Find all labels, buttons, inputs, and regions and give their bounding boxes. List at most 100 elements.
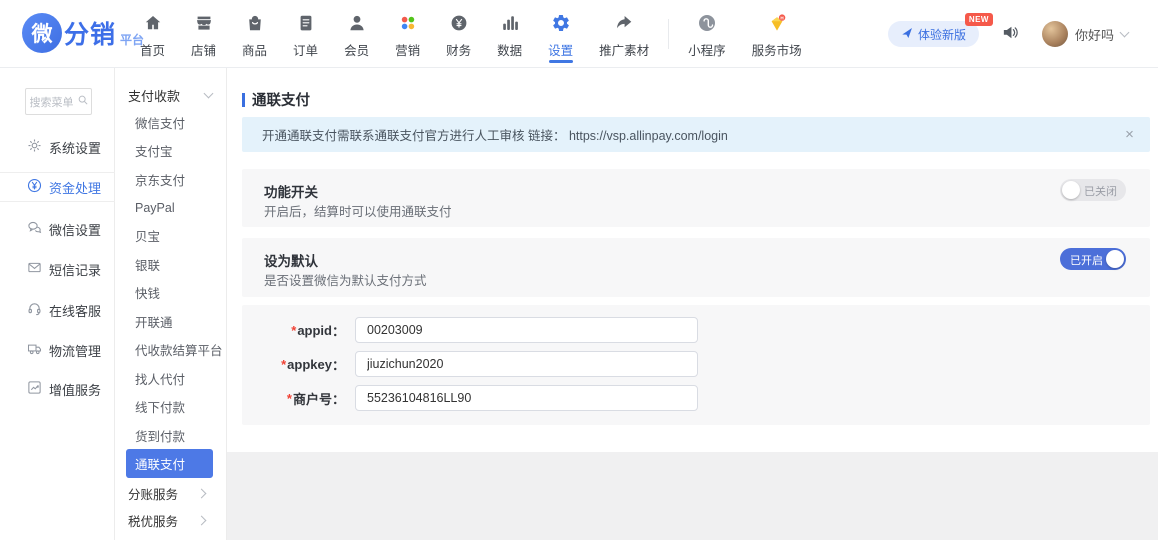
nav-label: 商品 [242, 40, 267, 59]
set-default-toggle[interactable]: 已开启 [1060, 248, 1126, 270]
submenu-item[interactable]: 快钱 [115, 279, 227, 307]
orders-icon [296, 13, 316, 36]
sidebar-item-online-service[interactable]: 在线客服 [0, 295, 115, 325]
section-desc: 是否设置微信为默认支付方式 [264, 270, 427, 289]
goods-icon [245, 13, 265, 36]
nav-item-orders[interactable]: 订单 [280, 0, 331, 68]
user-menu[interactable]: 你好吗 [1042, 21, 1128, 47]
nav-label: 营销 [395, 40, 420, 59]
form-row: *商户号： [242, 381, 1150, 415]
section-title: 功能开关 [264, 181, 318, 201]
submenu-item[interactable]: 代收款结算平台 [115, 336, 227, 364]
sidebar-item-system-settings[interactable]: 系统设置 [0, 132, 115, 162]
field-input[interactable] [355, 317, 698, 343]
wechat-icon [27, 220, 42, 238]
chart-icon [27, 380, 42, 398]
sidebar-item-label: 物流管理 [49, 341, 101, 360]
notice-banner: 开通通联支付需联系通联支付官方进行人工审核 链接： https://vsp.al… [242, 117, 1150, 152]
search-icon [78, 95, 88, 108]
title-accent-bar [242, 93, 245, 107]
close-icon[interactable]: × [1122, 127, 1137, 142]
sidebar-item-label: 短信记录 [49, 260, 101, 279]
nav-label: 首页 [140, 40, 165, 59]
new-badge: NEW [965, 13, 993, 26]
submenu-item[interactable]: 线下付款 [115, 392, 227, 420]
truck-icon [27, 341, 42, 359]
mail-icon [27, 260, 42, 278]
chevron-down-icon [1120, 28, 1130, 38]
nav-item-shop[interactable]: 店铺 [178, 0, 229, 68]
feature-switch-toggle[interactable]: 已关闭 [1060, 179, 1126, 201]
promo-icon [614, 13, 634, 36]
submenu-item[interactable]: 贝宝 [115, 222, 227, 250]
brand-logo[interactable]: 微 分销 平台 [22, 13, 144, 53]
submenu-group-label: 支付收款 [128, 86, 180, 105]
field-label: *appid： [242, 321, 345, 340]
announcement-speaker-icon[interactable] [1001, 23, 1020, 45]
submenu-item[interactable]: 微信支付 [115, 108, 227, 136]
section-desc: 开启后，结算时可以使用通联支付 [264, 201, 452, 220]
market-icon: H [767, 13, 787, 36]
gear-icon [27, 138, 42, 156]
submenu-group-split-account[interactable]: 分账服务 [115, 479, 227, 507]
submenu-item[interactable]: 找人代付 [115, 364, 227, 392]
members-icon [347, 13, 367, 36]
nav-label: 服务市场 [752, 40, 802, 59]
nav-item-goods[interactable]: 商品 [229, 0, 280, 68]
top-navigation: 首页 店铺 商品 订单 会员 营销 [127, 0, 815, 68]
field-input[interactable] [355, 351, 698, 377]
submenu-item[interactable]: 支付宝 [115, 136, 227, 164]
sidebar-item-label: 在线客服 [49, 301, 101, 320]
marketing-icon [398, 13, 418, 36]
menu-search-input[interactable]: 搜索菜单 [25, 88, 92, 115]
app-window: 微 分销 平台 首页 店铺 商品 订单 会员 [0, 0, 1158, 540]
nav-item-promo[interactable]: 推广素材 [586, 0, 662, 68]
submenu-item[interactable]: PayPal [115, 193, 227, 221]
nav-item-data[interactable]: 数据 [484, 0, 535, 68]
sidebar-item-value-added[interactable]: 增值服务 [0, 374, 115, 404]
finance-icon [449, 13, 469, 36]
toggle-label: 已关闭 [1084, 183, 1117, 199]
sidebar: 搜索菜单 系统设置 资金处理 微信设置 短信记录 在线客服 物流管理 [0, 68, 115, 540]
nav-item-miniprogram[interactable]: 小程序 [675, 0, 739, 68]
nav-item-members[interactable]: 会员 [331, 0, 382, 68]
nav-item-market[interactable]: H 服务市场 [739, 0, 815, 68]
submenu-item[interactable]: 货到付款 [115, 421, 227, 449]
section-set-default: 设为默认 是否设置微信为默认支付方式 已开启 [242, 238, 1150, 297]
settings-icon [551, 13, 571, 36]
sidebar-item-logistics[interactable]: 物流管理 [0, 335, 115, 365]
submenu-group-payment[interactable]: 支付收款 [115, 82, 227, 108]
headset-icon [27, 301, 42, 319]
nav-label: 店铺 [191, 40, 216, 59]
nav-item-settings[interactable]: 设置 [535, 0, 586, 68]
toggle-label: 已开启 [1070, 252, 1103, 268]
nav-label: 财务 [446, 40, 471, 59]
chevron-right-icon [197, 488, 207, 498]
sidebar-item-wechat-settings[interactable]: 微信设置 [0, 214, 115, 244]
chevron-right-icon [197, 515, 207, 525]
field-label: *appkey： [242, 355, 345, 374]
nav-item-marketing[interactable]: 营销 [382, 0, 433, 68]
sidebar-item-funds-processing[interactable]: 资金处理 [0, 172, 115, 202]
submenu-item[interactable]: 通联支付 [126, 449, 213, 477]
main-content: 通联支付 开通通联支付需联系通联支付官方进行人工审核 链接： https://v… [227, 68, 1158, 540]
yen-circle-icon [27, 178, 42, 196]
submenu-item[interactable]: 银联 [115, 250, 227, 278]
toggle-knob [1062, 181, 1080, 199]
page-title: 通联支付 [242, 89, 310, 110]
nav-label: 推广素材 [599, 40, 649, 59]
username: 你好吗 [1075, 25, 1114, 44]
payment-submenu: 支付收款 微信支付 支付宝 京东支付 PayPal 贝宝 银联 快钱 开联通 代… [115, 68, 227, 540]
submenu-item[interactable]: 开联通 [115, 307, 227, 335]
sidebar-item-sms-records[interactable]: 短信记录 [0, 254, 115, 284]
nav-item-home[interactable]: 首页 [127, 0, 178, 68]
credentials-form: *appid： *appkey： *商户号： [242, 313, 1150, 415]
sidebar-item-label: 微信设置 [49, 220, 101, 239]
nav-item-finance[interactable]: 财务 [433, 0, 484, 68]
submenu-group-tax-service[interactable]: 税优服务 [115, 506, 227, 534]
chevron-down-icon [204, 89, 214, 99]
try-new-version-button[interactable]: 体验新版 NEW [888, 21, 979, 47]
field-input[interactable] [355, 385, 698, 411]
content-panel: 通联支付 开通通联支付需联系通联支付官方进行人工审核 链接： https://v… [227, 68, 1158, 452]
submenu-item[interactable]: 京东支付 [115, 165, 227, 193]
